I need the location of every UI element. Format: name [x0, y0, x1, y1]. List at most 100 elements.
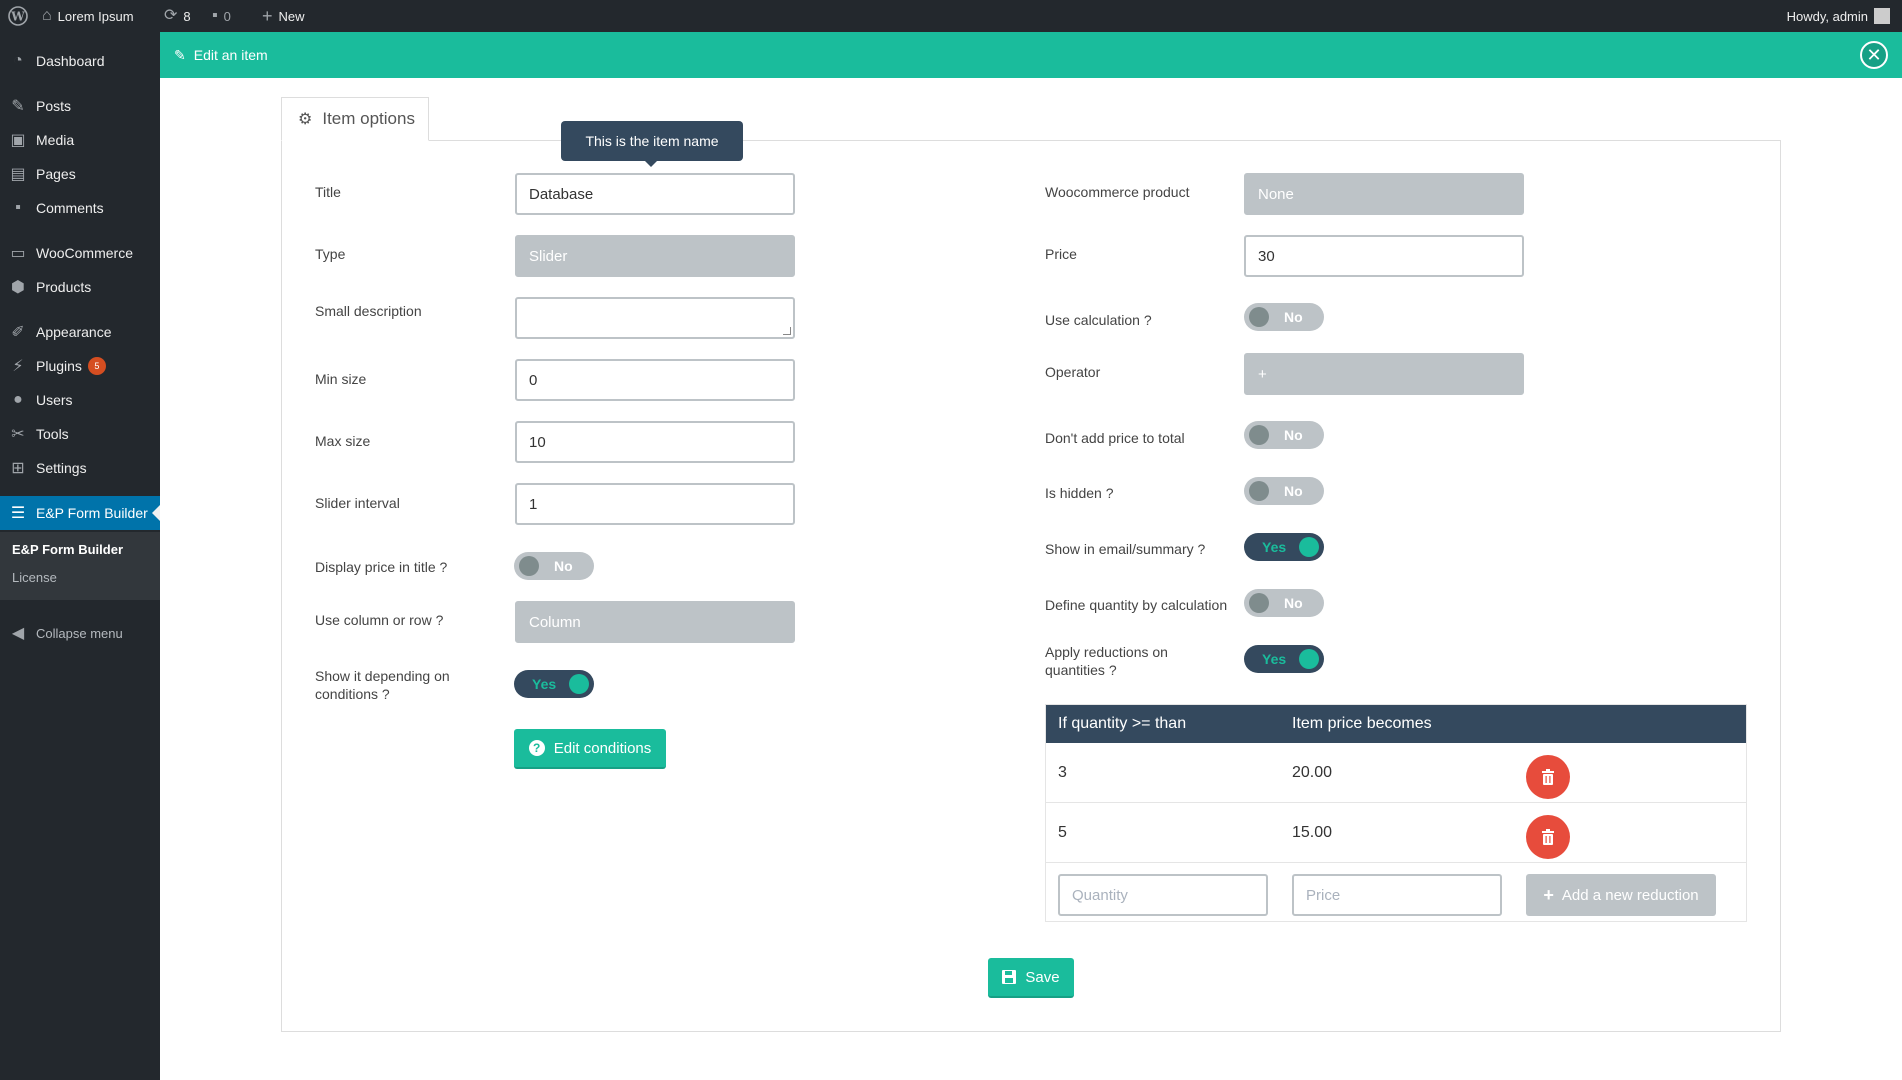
- close-button[interactable]: ✕: [1860, 41, 1888, 69]
- comment-icon: ▪: [15, 199, 21, 216]
- question-icon: ?: [528, 740, 545, 756]
- floppy-disk-icon: [1002, 970, 1017, 984]
- sidebar-item-plugins[interactable]: ⚡ Plugins 5: [0, 349, 160, 383]
- edit-conditions-button[interactable]: ? Edit conditions: [514, 729, 666, 769]
- title-label: Title: [315, 184, 341, 200]
- sidebar-item-label: Products: [36, 279, 92, 295]
- max-size-input[interactable]: 10: [515, 421, 795, 463]
- new-content-link[interactable]: + New: [262, 0, 305, 32]
- sidebar-item-pages[interactable]: ▤ Pages: [0, 157, 160, 191]
- table-row: 5 15.00: [1046, 803, 1746, 863]
- toggle-state: No: [1284, 427, 1303, 443]
- sidebar-item-label: WooCommerce: [36, 245, 133, 261]
- sidebar-item-products[interactable]: ⬢ Products: [0, 270, 160, 304]
- tab-item-options[interactable]: ⚙ Item options: [281, 97, 429, 141]
- add-reduction-label: Add a new reduction: [1561, 886, 1699, 904]
- title-input[interactable]: Database: [515, 173, 795, 215]
- price-input[interactable]: 30: [1244, 235, 1524, 277]
- site-name-link[interactable]: ⌂ Lorem Ipsum: [42, 0, 134, 32]
- column-header-quantity: If quantity >= than: [1058, 715, 1187, 732]
- new-label: New: [278, 8, 305, 24]
- toggle-state: Yes: [532, 676, 557, 692]
- apply-reductions-label-line1: Apply reductions on: [1045, 644, 1168, 660]
- sidebar-item-label: Appearance: [36, 324, 112, 340]
- sidebar-item-tools[interactable]: ✂ Tools: [0, 417, 160, 451]
- column-row-label: Use column or row ?: [315, 612, 444, 628]
- toggle-knob: [569, 674, 589, 694]
- title-tooltip: This is the item name: [561, 121, 743, 167]
- pin-icon: ✎: [11, 98, 25, 115]
- show-depending-toggle[interactable]: Yes: [514, 670, 594, 698]
- is-hidden-label: Is hidden ?: [1045, 485, 1114, 501]
- tab-label: Item options: [322, 109, 415, 128]
- sidebar-item-comments[interactable]: ▪ Comments: [0, 191, 160, 225]
- plus-icon: +: [1543, 884, 1554, 905]
- howdy-text: Howdy, admin: [1786, 8, 1868, 24]
- sidebar-item-settings[interactable]: ⊞ Settings: [0, 451, 160, 485]
- reduction-quantity-input[interactable]: Quantity: [1058, 874, 1268, 916]
- operator-select[interactable]: +: [1244, 353, 1524, 395]
- sidebar-item-media[interactable]: ▣ Media: [0, 123, 160, 157]
- delete-reduction-button[interactable]: [1526, 755, 1570, 799]
- save-button[interactable]: Save: [988, 958, 1074, 998]
- toggle-knob: [1299, 537, 1319, 557]
- updates-link[interactable]: ⟳ 8: [164, 0, 191, 32]
- dont-add-price-toggle[interactable]: No: [1244, 421, 1324, 449]
- slider-interval-label: Slider interval: [315, 495, 400, 511]
- apply-reductions-label-line2: quantities ?: [1045, 662, 1117, 678]
- dont-add-price-label: Don't add price to total: [1045, 430, 1185, 446]
- my-account-link[interactable]: Howdy, admin: [1787, 0, 1890, 32]
- delete-reduction-button[interactable]: [1526, 815, 1570, 859]
- max-size-label: Max size: [315, 433, 371, 449]
- sidebar-item-dashboard[interactable]: ◔ Dashboard: [0, 44, 160, 78]
- user-icon: ●: [13, 391, 23, 408]
- close-icon: ✕: [1866, 44, 1882, 65]
- reduction-price-input[interactable]: Price: [1292, 874, 1502, 916]
- define-quantity-toggle[interactable]: No: [1244, 589, 1324, 617]
- apply-reductions-toggle[interactable]: Yes: [1244, 645, 1324, 673]
- submenu-item-ep-form-builder[interactable]: E&P Form Builder: [12, 542, 123, 557]
- reductions-table: If quantity >= than Item price becomes 3…: [1045, 704, 1747, 922]
- toggle-knob: [519, 556, 539, 576]
- collapse-menu-button[interactable]: ◀ Collapse menu: [0, 616, 160, 650]
- plus-icon: +: [262, 6, 273, 26]
- column-row-select[interactable]: Column: [515, 601, 795, 643]
- row-quantity: 3: [1058, 764, 1067, 781]
- plugin-icon: ⚡: [12, 358, 24, 375]
- sidebar-item-label: Settings: [36, 460, 87, 476]
- woocommerce-product-select[interactable]: None: [1244, 173, 1524, 215]
- sidebar-item-posts[interactable]: ✎ Posts: [0, 89, 160, 123]
- slider-interval-input[interactable]: 1: [515, 483, 795, 525]
- form-icon: ☰: [10, 505, 26, 522]
- products-icon: ⬢: [11, 279, 25, 296]
- show-in-email-toggle[interactable]: Yes: [1244, 533, 1324, 561]
- comments-link[interactable]: ▪ 0: [212, 0, 231, 32]
- toggle-state: No: [1284, 483, 1303, 499]
- sidebar-item-ep-form-builder[interactable]: ☰ E&P Form Builder: [0, 496, 160, 530]
- define-quantity-label: Define quantity by calculation: [1045, 597, 1228, 613]
- display-price-toggle[interactable]: No: [514, 552, 594, 580]
- min-size-input[interactable]: 0: [515, 359, 795, 401]
- sidebar-item-users[interactable]: ● Users: [0, 383, 160, 417]
- small-description-textarea[interactable]: [515, 297, 795, 339]
- trash-icon: [1542, 829, 1554, 845]
- type-select[interactable]: Slider: [515, 235, 795, 277]
- small-description-label: Small description: [315, 303, 422, 319]
- wordpress-logo-icon[interactable]: W: [8, 0, 28, 32]
- panel-title: ✎ Edit an item: [174, 32, 268, 78]
- wrench-icon: ✂: [11, 426, 25, 443]
- add-reduction-button[interactable]: + Add a new reduction: [1526, 874, 1716, 916]
- sidebar-item-appearance[interactable]: ✐ Appearance: [0, 315, 160, 349]
- comment-icon: ▪: [212, 7, 218, 24]
- submenu-item-license[interactable]: License: [12, 570, 57, 585]
- edit-conditions-label: Edit conditions: [553, 739, 652, 757]
- sidebar-item-woocommerce[interactable]: ▭ WooCommerce: [0, 236, 160, 270]
- updates-icon: ⟳: [164, 7, 178, 24]
- ep-form-builder-submenu: E&P Form Builder License: [0, 532, 160, 600]
- panel-title-text: Edit an item: [193, 47, 268, 63]
- dashboard-icon: ◔: [13, 52, 23, 69]
- toggle-state: No: [554, 558, 573, 574]
- use-calculation-toggle[interactable]: No: [1244, 303, 1324, 331]
- toggle-knob: [1249, 481, 1269, 501]
- is-hidden-toggle[interactable]: No: [1244, 477, 1324, 505]
